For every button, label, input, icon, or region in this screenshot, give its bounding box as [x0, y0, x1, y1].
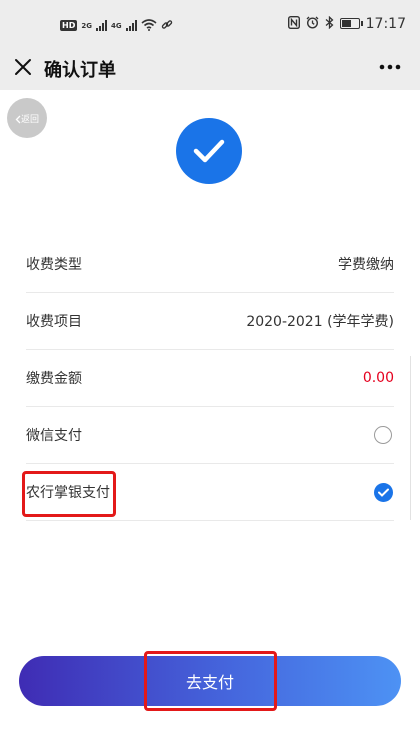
nfc-icon: [287, 14, 300, 33]
wechat-pay-radio[interactable]: [374, 426, 392, 444]
wifi-icon: [141, 16, 157, 35]
status-left: HD 2G 4G: [60, 16, 173, 35]
hd-badge: HD: [60, 20, 78, 31]
fee-type-value: 学费缴纳: [338, 257, 394, 273]
annotation-highlight-pay: [144, 651, 277, 711]
amount-value: 0.00: [362, 370, 394, 386]
check-icon: [378, 488, 389, 497]
signal-2-icon: [125, 20, 137, 31]
close-button[interactable]: [10, 54, 36, 80]
page-title: 确认订单: [44, 60, 116, 81]
fee-type-label: 收费类型: [26, 257, 82, 273]
nav-bar: 确认订单: [0, 46, 420, 90]
battery-icon: [339, 18, 363, 29]
checkmark-icon: [193, 139, 225, 163]
abc-pay-radio[interactable]: [374, 482, 393, 502]
amount-label: 缴费金额: [26, 371, 82, 387]
close-icon: [15, 59, 31, 75]
fee-item-label: 收费项目: [26, 314, 82, 330]
row-fee-item: 收费项目 2020-2021 (学年学费): [26, 293, 394, 350]
status-bar: HD 2G 4G 17:17: [0, 0, 420, 46]
wechat-pay-label: 微信支付: [26, 428, 82, 444]
bluetooth-icon: [325, 15, 334, 32]
row-fee-type: 收费类型 学费缴纳: [26, 236, 394, 293]
more-icon: [379, 64, 401, 70]
success-icon: [176, 118, 242, 184]
signal-1-label: 2G: [81, 21, 92, 30]
payment-option-wechat[interactable]: 微信支付: [26, 407, 394, 464]
status-time: 17:17: [365, 15, 406, 32]
scroll-indicator: [410, 356, 417, 520]
status-right: 17:17: [287, 14, 406, 33]
row-amount: 缴费金额 0.00: [26, 350, 394, 407]
more-button[interactable]: [376, 54, 404, 80]
order-content: 返回 收费类型 学费缴纳 收费项目 2020-2021 (学年学费) 缴费金额 …: [0, 90, 420, 733]
signal-2-label: 4G: [110, 21, 122, 30]
alarm-icon: [306, 14, 319, 33]
link-icon: [161, 16, 173, 35]
back-button[interactable]: 返回: [7, 98, 47, 138]
signal-1-icon: [95, 20, 107, 31]
annotation-highlight-abc: [22, 471, 116, 517]
fee-item-value: 2020-2021 (学年学费): [246, 314, 394, 330]
back-label: 返回: [20, 114, 39, 125]
